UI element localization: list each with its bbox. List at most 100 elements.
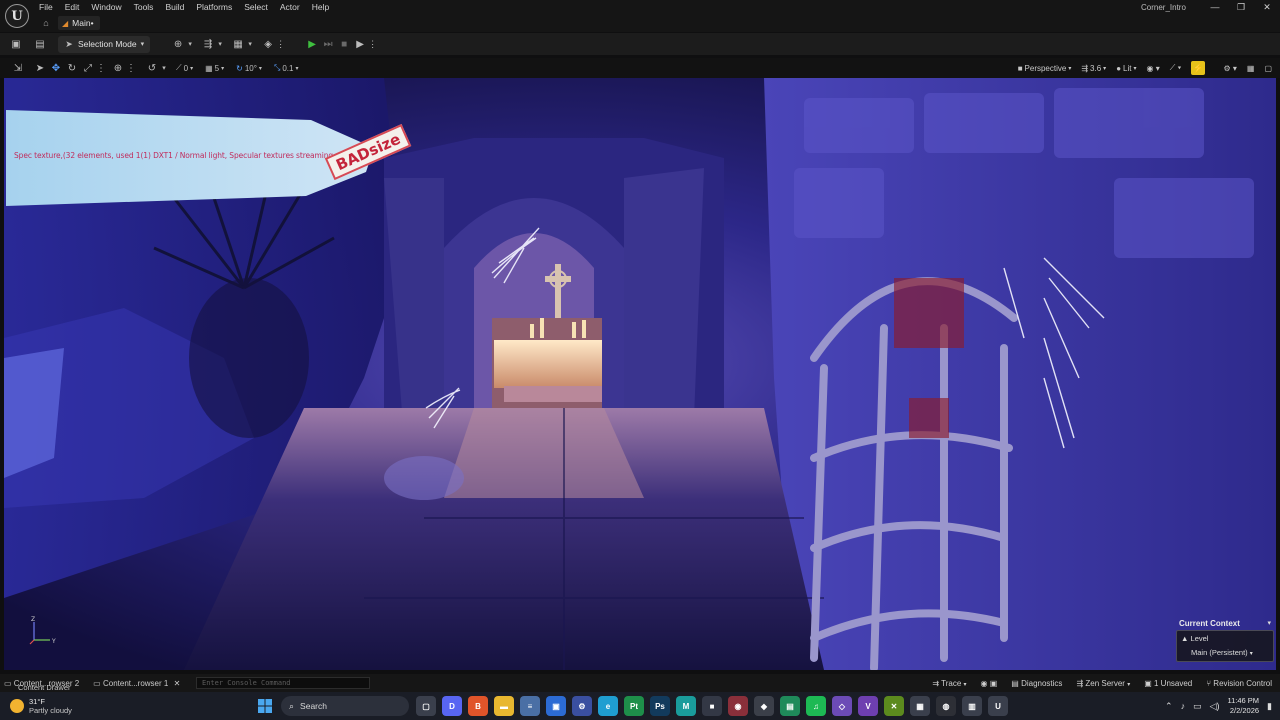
close-icon[interactable]: ✕: [1254, 0, 1280, 14]
viewport-menu-icon[interactable]: ⇲: [10, 63, 26, 74]
revision-control-button[interactable]: ⑂ Revision Control: [1206, 679, 1272, 688]
volume-icon[interactable]: ◁): [1210, 701, 1220, 712]
discord-icon[interactable]: D: [442, 696, 462, 716]
sheets-icon[interactable]: ▤: [780, 696, 800, 716]
diagnostics-button[interactable]: ▤ Diagnostics: [1011, 679, 1062, 688]
selection-mode-dropdown[interactable]: ➤ Selection Mode ▾: [58, 35, 151, 53]
content-browser-tab-1[interactable]: ▭ Content...rowser 1 ✕: [93, 679, 180, 688]
task-view-icon[interactable]: ▢: [416, 696, 436, 716]
trace-dropdown[interactable]: ⇉ Trace ▾: [932, 679, 966, 688]
unsaved-button[interactable]: ▣ 1 Unsaved: [1144, 679, 1192, 688]
pycharm-icon[interactable]: Pt: [624, 696, 644, 716]
clock[interactable]: 11:46 PM 2/2/2026: [1228, 696, 1260, 716]
record-icon[interactable]: ◉ ▣: [981, 679, 998, 688]
console-input[interactable]: Enter Console Command: [196, 677, 370, 689]
more-options-icon[interactable]: ⋮: [96, 63, 106, 74]
weather-widget[interactable]: 31°F Partly cloudy: [10, 697, 72, 715]
notepad-icon[interactable]: ≡: [520, 696, 540, 716]
chevron-up-icon[interactable]: ⌃: [1165, 701, 1173, 712]
spotify-icon[interactable]: ♫: [806, 696, 826, 716]
close-icon[interactable]: ✕: [174, 679, 181, 688]
perspective-dropdown[interactable]: ■ Perspective ▾: [1018, 64, 1072, 73]
world-space-icon[interactable]: ⊕: [110, 63, 126, 74]
unreal-icon[interactable]: U: [988, 696, 1008, 716]
unity-icon[interactable]: ◆: [754, 696, 774, 716]
files-icon[interactable]: ▬: [494, 696, 514, 716]
tab-main-level[interactable]: ◢ Main•: [58, 16, 100, 30]
scale-snap-dropdown[interactable]: ⤡ 0.1 ▾: [274, 63, 299, 73]
rotate-tool-icon[interactable]: ↻: [64, 63, 80, 74]
app-grid-icon[interactable]: ▥: [962, 696, 982, 716]
translate-tool-icon[interactable]: ✥: [48, 63, 64, 74]
play-icon[interactable]: ▶: [304, 39, 320, 50]
menu-tools[interactable]: Tools: [134, 1, 154, 13]
layout-icon[interactable]: ▦: [1247, 64, 1255, 73]
app-dark-icon[interactable]: ■: [702, 696, 722, 716]
maximize-viewport-icon[interactable]: ▢: [1264, 64, 1272, 73]
menu-file[interactable]: File: [39, 1, 53, 13]
content-browser-icon[interactable]: ▤: [32, 39, 48, 50]
menu-select[interactable]: Select: [244, 1, 268, 13]
show-flags-icon[interactable]: ◉ ▾: [1147, 64, 1160, 73]
menu-edit[interactable]: Edit: [65, 1, 80, 13]
launch-icon[interactable]: ▶: [352, 39, 368, 50]
angle-snap-dropdown[interactable]: ↻ 10° ▾: [236, 64, 262, 73]
step-icon[interactable]: ⏭: [320, 39, 336, 50]
menu-window[interactable]: Window: [91, 1, 121, 13]
chevron-down-icon[interactable]: ▾: [160, 64, 168, 72]
chevron-down-icon[interactable]: ▾: [246, 40, 254, 48]
level-dropdown[interactable]: Main (Persistent) ▾: [1191, 648, 1253, 657]
edge-icon[interactable]: e: [598, 696, 618, 716]
xbox-icon[interactable]: ✕: [884, 696, 904, 716]
windows-start-icon[interactable]: [258, 699, 272, 713]
notification-icon[interactable]: ▮: [1267, 701, 1272, 712]
menu-help[interactable]: Help: [312, 1, 329, 13]
stop-icon[interactable]: ■: [336, 39, 352, 50]
content-drawer-button[interactable]: Content Drawer: [18, 683, 71, 692]
grid-snap-dropdown[interactable]: ▦ 5 ▾: [205, 64, 224, 73]
menu-build[interactable]: Build: [165, 1, 184, 13]
blueprint-icon[interactable]: ⇶: [200, 39, 216, 50]
cinematics-icon[interactable]: ▦: [230, 39, 246, 50]
more-options-icon[interactable]: ⋮: [368, 39, 377, 50]
app-box-icon[interactable]: ▦: [910, 696, 930, 716]
github-icon[interactable]: ◍: [936, 696, 956, 716]
scale-tool-icon[interactable]: ⤢: [80, 63, 96, 74]
realtime-icon[interactable]: ⚡: [1191, 61, 1206, 75]
viewport-options-icon[interactable]: ⟋ ▾: [1170, 63, 1182, 73]
microphone-icon[interactable]: ♪: [1181, 701, 1186, 711]
save-icon[interactable]: ▣: [8, 39, 24, 50]
surface-snap-icon[interactable]: ↺: [144, 63, 160, 74]
rotation-snap-dropdown[interactable]: ⟋ 0 ▾: [176, 63, 193, 73]
minimize-icon[interactable]: —: [1202, 0, 1228, 14]
lit-dropdown[interactable]: ● Lit ▾: [1116, 64, 1136, 73]
network-icon[interactable]: ▭: [1193, 701, 1202, 712]
maximize-icon[interactable]: ❐: [1228, 0, 1254, 14]
settings-gear-icon[interactable]: ⚙ ▾: [1223, 64, 1236, 73]
menu-actor[interactable]: Actor: [280, 1, 300, 13]
app-red-icon[interactable]: ◉: [728, 696, 748, 716]
add-actor-icon[interactable]: ⊕: [170, 39, 186, 50]
more-options-icon[interactable]: ⋮: [276, 39, 285, 50]
photoshop-icon[interactable]: Ps: [650, 696, 670, 716]
chevron-down-icon[interactable]: ▾: [216, 40, 224, 48]
unreal-logo-icon[interactable]: U: [5, 4, 29, 28]
modes-icon[interactable]: ◈: [260, 39, 276, 50]
visual-studio-icon[interactable]: V: [858, 696, 878, 716]
trace-icon: ⇉: [932, 678, 940, 688]
vs-code-blue-icon[interactable]: M: [676, 696, 696, 716]
settings-icon[interactable]: ⚙: [572, 696, 592, 716]
store-icon[interactable]: ▣: [546, 696, 566, 716]
zen-server-dropdown[interactable]: ⇶ Zen Server ▾: [1076, 679, 1130, 688]
more-options-icon[interactable]: ⋮: [126, 63, 136, 74]
chevron-down-icon[interactable]: ▾: [1267, 619, 1271, 627]
obsidian-icon[interactable]: ◇: [832, 696, 852, 716]
level-viewport[interactable]: Spec texture,(32 elements, used 1(1) DXT…: [4, 78, 1276, 670]
home-icon[interactable]: ⌂: [40, 17, 52, 29]
chevron-down-icon[interactable]: ▾: [186, 40, 194, 48]
camera-speed-dropdown[interactable]: ⇶ 3.6 ▾: [1081, 64, 1106, 73]
brave-icon[interactable]: B: [468, 696, 488, 716]
menu-platforms[interactable]: Platforms: [196, 1, 232, 13]
select-tool-icon[interactable]: ➤: [32, 63, 48, 74]
taskbar-search[interactable]: ⌕ Search: [281, 696, 409, 716]
